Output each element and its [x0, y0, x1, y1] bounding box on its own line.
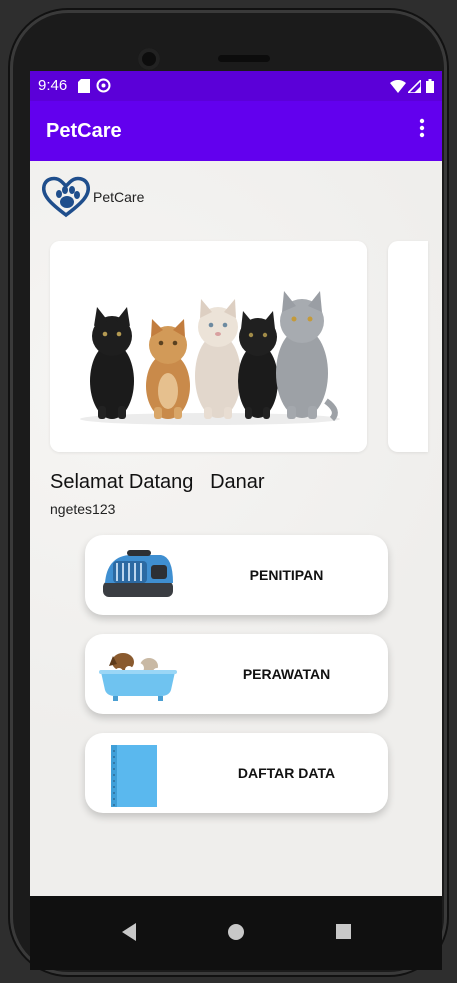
home-circle-icon[interactable]	[228, 924, 244, 940]
five-kittens-photo	[50, 241, 367, 452]
app-logo: PetCare	[40, 175, 160, 221]
welcome-subtitle: ngetes123	[50, 501, 116, 517]
sync-icon	[96, 71, 111, 104]
status-bar: 9:46	[30, 71, 442, 101]
system-nav-bar	[30, 896, 442, 970]
carousel-card[interactable]	[50, 241, 367, 452]
pet-bath-icon	[99, 653, 177, 701]
carousel-next-card[interactable]	[388, 241, 428, 452]
sd-card-icon	[78, 71, 90, 104]
app-screen: 9:46 PetCare PetCare Selamat Datang Dana…	[30, 71, 442, 970]
daftar-data-button[interactable]: DAFTAR DATA	[85, 733, 388, 813]
welcome-text: Selamat Datang Danar	[50, 471, 265, 494]
app-bar: PetCare	[30, 101, 442, 161]
battery-icon	[426, 71, 434, 104]
penitipan-label: PENITIPAN	[249, 567, 324, 583]
earpiece-speaker	[218, 55, 270, 62]
status-time: 9:46	[38, 77, 68, 94]
recents-square-icon[interactable]	[336, 924, 351, 939]
logo-text: PetCare	[93, 189, 145, 205]
daftar-data-label: DAFTAR DATA	[237, 765, 336, 781]
penitipan-button[interactable]: PENITIPAN	[85, 535, 388, 615]
app-title: PetCare	[46, 120, 122, 142]
front-camera	[138, 48, 160, 70]
perawatan-button[interactable]: PERAWATAN	[85, 634, 388, 714]
signal-icon	[406, 71, 422, 104]
main-content: PetCare Selamat Datang Danar ngetes123 P…	[30, 161, 442, 896]
wifi-icon	[390, 71, 406, 104]
welcome-greeting: Selamat Datang	[50, 471, 194, 493]
perawatan-label: PERAWATAN	[242, 666, 331, 682]
back-triangle-icon[interactable]	[122, 923, 136, 941]
more-vert-icon[interactable]	[412, 118, 432, 144]
heart-paw-icon	[41, 176, 91, 218]
welcome-username: Danar	[210, 471, 265, 493]
notebook-icon	[111, 745, 157, 807]
pet-carrier-icon	[103, 550, 173, 597]
